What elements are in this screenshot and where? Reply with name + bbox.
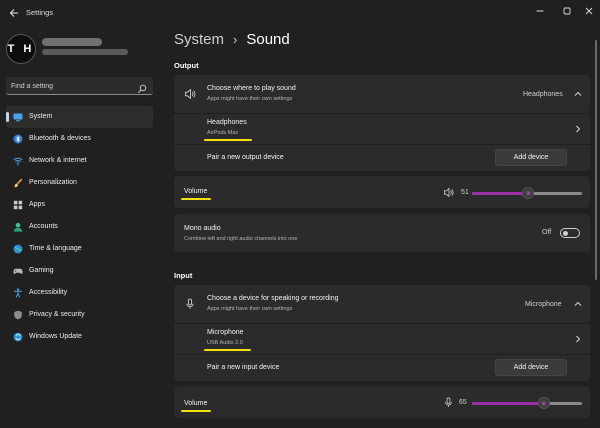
- input-volume-value: 65: [459, 399, 467, 406]
- output-volume-row: Volume 51: [174, 176, 590, 208]
- input-pair-label: Pair a new input device: [207, 364, 280, 371]
- speaker-volume-icon[interactable]: [442, 186, 454, 198]
- sidebar-nav: System Bluetooth & devices Network & int…: [6, 106, 153, 348]
- input-volume-label: Volume: [184, 400, 208, 407]
- input-device-name: Microphone: [207, 329, 244, 336]
- output-volume-fill: [472, 192, 529, 195]
- output-pair-label: Pair a new output device: [207, 154, 284, 161]
- chevron-up-icon[interactable]: [572, 298, 584, 310]
- output-device-detail: AirPods Max: [207, 130, 239, 136]
- output-volume-label: Volume: [184, 188, 208, 195]
- mono-audio-row: Mono audio Combine left and right audio …: [174, 214, 590, 252]
- output-pair-row: Pair a new output device Add device: [174, 145, 590, 171]
- page-title: Sound: [246, 31, 290, 48]
- redacted-user-name: [42, 38, 102, 46]
- highlight-underline: [181, 198, 211, 200]
- chevron-right-icon[interactable]: [572, 333, 584, 345]
- minimize-icon[interactable]: [533, 4, 547, 18]
- output-volume-thumb[interactable]: [523, 188, 534, 198]
- app-title: Settings: [26, 8, 54, 17]
- output-choose-subtitle: Apps might have their own settings: [207, 96, 293, 102]
- scrollbar[interactable]: [595, 40, 597, 280]
- input-pair-row: Pair a new input device Add device: [174, 355, 590, 381]
- settings-window: Settings T H System Bl: [0, 0, 600, 428]
- mono-audio-toggle[interactable]: [560, 228, 580, 238]
- microphone-icon: [184, 298, 196, 310]
- breadcrumb-system[interactable]: System: [174, 31, 224, 48]
- person-icon: [13, 222, 23, 232]
- back-arrow-icon[interactable]: [6, 5, 22, 21]
- input-volume-thumb[interactable]: [538, 398, 549, 408]
- sidebar-item-windows-update[interactable]: Windows Update: [6, 326, 153, 348]
- output-device-name: Headphones: [207, 119, 247, 126]
- search-box[interactable]: [6, 77, 153, 95]
- maximize-icon[interactable]: [560, 4, 574, 18]
- globe-icon: [13, 244, 23, 254]
- mono-audio-subtitle: Combine left and right audio channels in…: [184, 236, 298, 242]
- shield-icon: [13, 310, 23, 320]
- sidebar-item-privacy-security[interactable]: Privacy & security: [6, 304, 153, 326]
- mono-audio-title: Mono audio: [184, 225, 221, 232]
- sidebar-item-accessibility[interactable]: Accessibility: [6, 282, 153, 304]
- search-input[interactable]: [11, 79, 131, 93]
- sidebar-item-system[interactable]: System: [6, 106, 153, 128]
- output-volume-slider[interactable]: [472, 188, 582, 198]
- input-selected-device: Microphone: [525, 301, 562, 308]
- input-choose-title: Choose a device for speaking or recordin…: [207, 295, 339, 302]
- accessibility-icon: [13, 288, 23, 298]
- highlight-underline: [181, 410, 211, 412]
- output-device-chooser[interactable]: Choose where to play sound Apps might ha…: [174, 75, 590, 113]
- redacted-user-email: [42, 49, 128, 55]
- output-device-headphones[interactable]: Headphones AirPods Max: [174, 114, 590, 144]
- output-heading: Output: [174, 61, 199, 70]
- title-bar: Settings: [0, 0, 600, 26]
- sidebar-item-time-language[interactable]: Time & language: [6, 238, 153, 260]
- mono-audio-state: Off: [542, 229, 552, 236]
- system-icon: [13, 112, 23, 122]
- brush-icon: [13, 178, 23, 188]
- speaker-icon: [184, 88, 196, 100]
- input-volume-slider[interactable]: [472, 398, 582, 408]
- microphone-volume-icon[interactable]: [442, 396, 454, 408]
- add-input-device-button[interactable]: Add device: [495, 359, 567, 376]
- bluetooth-icon: [13, 134, 23, 144]
- sidebar-item-network[interactable]: Network & internet: [6, 150, 153, 172]
- breadcrumb-separator: ›: [233, 32, 238, 47]
- wifi-icon: [13, 156, 23, 166]
- add-output-device-button[interactable]: Add device: [495, 149, 567, 166]
- breadcrumb: System › Sound: [174, 31, 290, 48]
- avatar[interactable]: T H: [6, 34, 36, 64]
- input-volume-fill: [472, 402, 544, 405]
- highlight-underline: [204, 139, 252, 141]
- sidebar-item-bluetooth[interactable]: Bluetooth & devices: [6, 128, 153, 150]
- input-device-microphone[interactable]: Microphone USB Audio 2.0: [174, 324, 590, 354]
- sidebar-item-gaming[interactable]: Gaming: [6, 260, 153, 282]
- gamepad-icon: [13, 266, 23, 276]
- output-choose-title: Choose where to play sound: [207, 85, 296, 92]
- apps-icon: [13, 200, 23, 210]
- input-volume-row: Volume 65: [174, 386, 590, 418]
- input-device-chooser[interactable]: Choose a device for speaking or recordin…: [174, 285, 590, 323]
- chevron-right-icon[interactable]: [572, 123, 584, 135]
- chevron-up-icon[interactable]: [572, 88, 584, 100]
- close-icon[interactable]: [582, 4, 596, 18]
- sidebar-item-personalization[interactable]: Personalization: [6, 172, 153, 194]
- sidebar-item-accounts[interactable]: Accounts: [6, 216, 153, 238]
- update-icon: [13, 332, 23, 342]
- sidebar-item-apps[interactable]: Apps: [6, 194, 153, 216]
- output-volume-value: 51: [461, 189, 469, 196]
- input-device-detail: USB Audio 2.0: [207, 340, 243, 346]
- highlight-underline: [204, 349, 251, 351]
- search-icon[interactable]: [137, 81, 147, 94]
- input-choose-subtitle: Apps might have their own settings: [207, 306, 293, 312]
- input-heading: Input: [174, 271, 193, 280]
- output-selected-device: Headphones: [523, 91, 563, 98]
